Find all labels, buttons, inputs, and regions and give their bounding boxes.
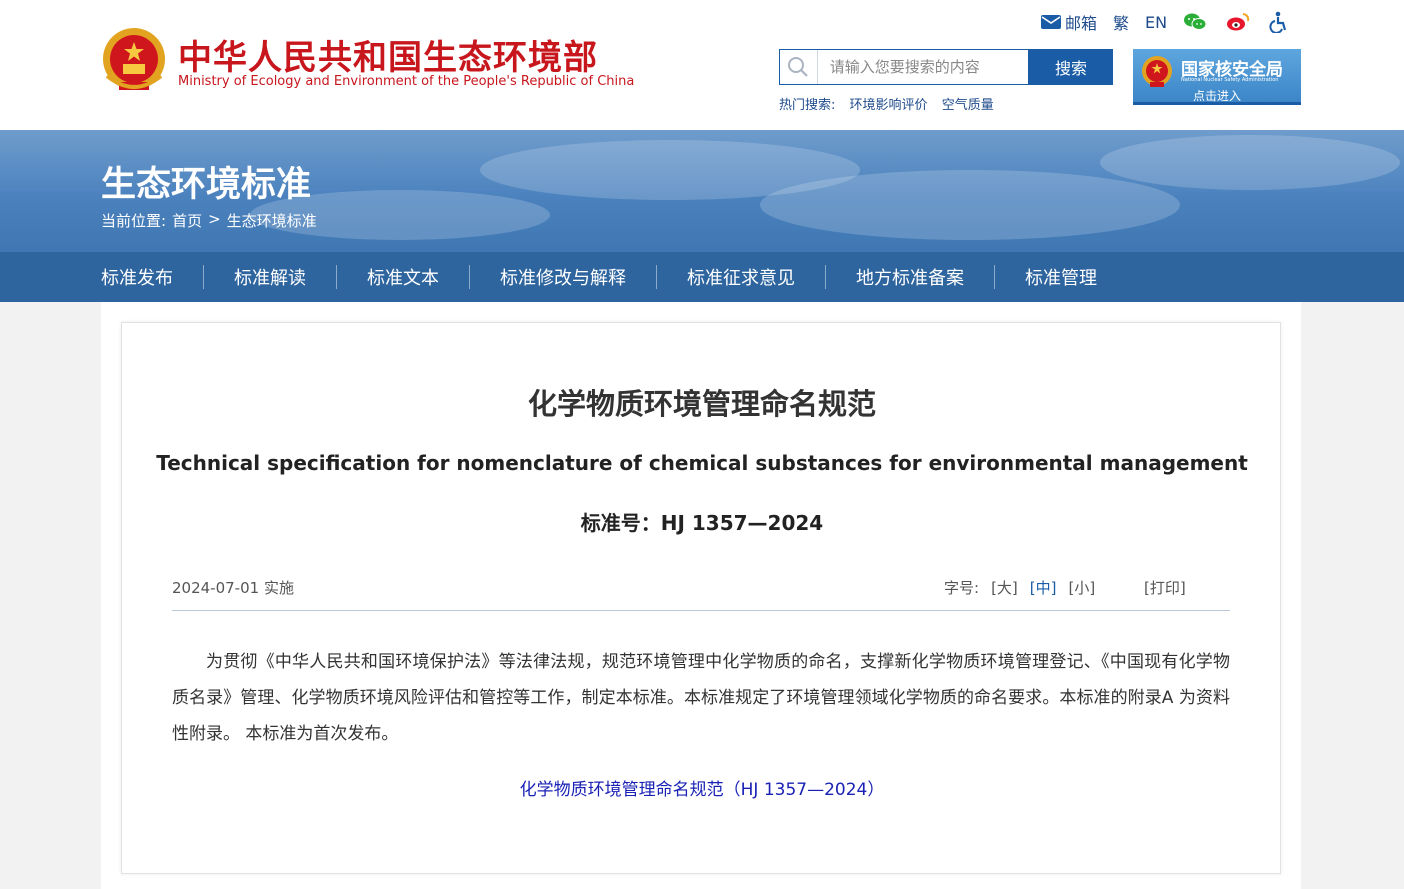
nav-divider <box>203 265 204 289</box>
accessibility-link[interactable] <box>1269 11 1292 33</box>
nav-item-standard-management[interactable]: 标准管理 <box>1025 264 1097 290</box>
standard-number: 标准号：HJ 1357—2024 <box>580 511 824 535</box>
site-header: 中华人民共和国生态环境部 Ministry of Ecology and Env… <box>0 0 1404 130</box>
main-nav: 标准发布 标准解读 标准文本 标准修改与解释 标准征求意见 地方标准备案 标准管… <box>0 252 1404 302</box>
article-meta: 2024-07-01 实施 字号: [大] [中] [小] [打印] <box>172 577 1230 611</box>
hot-search: 热门搜索: 环境影响评价 空气质量 <box>779 94 1004 113</box>
article-title-en: Technical specification for nomenclature… <box>156 451 1248 475</box>
hot-search-label: 热门搜索: <box>779 98 836 113</box>
nav-item-standard-interpretation[interactable]: 标准解读 <box>234 264 306 290</box>
breadcrumb-label: 当前位置: <box>101 212 167 230</box>
nav-divider <box>825 265 826 289</box>
print-button[interactable]: [打印] <box>1144 577 1186 598</box>
top-links: 邮箱 繁 EN <box>1040 10 1308 34</box>
accessibility-icon <box>1269 11 1287 33</box>
effective-date: 2024-07-01 实施 <box>172 579 294 597</box>
site-subtitle: Ministry of Ecology and Environment of t… <box>178 74 635 89</box>
weibo-icon <box>1227 13 1250 31</box>
font-size-switcher: 字号: [大] [中] [小] <box>944 577 1107 598</box>
nav-item-standard-text[interactable]: 标准文本 <box>367 264 439 290</box>
nnsa-name-en: National Nuclear Safety Administration <box>1181 77 1279 83</box>
search-input[interactable] <box>829 51 1028 83</box>
nav-divider <box>994 265 995 289</box>
attachment-link[interactable]: 化学物质环境管理命名规范（HJ 1357—2024） <box>122 775 1282 800</box>
nnsa-banner-link[interactable]: 国家核安全局 National Nuclear Safety Administr… <box>1133 49 1301 105</box>
breadcrumb-separator: > <box>208 210 221 228</box>
search-box <box>779 49 1029 85</box>
mail-link[interactable]: 邮箱 <box>1040 10 1097 34</box>
article-card: 化学物质环境管理命名规范 Technical specification for… <box>121 322 1281 874</box>
search-button[interactable]: 搜索 <box>1029 49 1113 85</box>
english-link[interactable]: EN <box>1145 13 1167 32</box>
font-size-label: 字号: <box>944 579 980 597</box>
nnsa-enter: 点击进入 <box>1192 89 1241 103</box>
nav-divider <box>469 265 470 289</box>
national-emblem-icon[interactable] <box>101 26 167 96</box>
mail-icon <box>1041 15 1061 29</box>
breadcrumb-home[interactable]: 首页 <box>172 210 202 231</box>
breadcrumb: 当前位置: 首页 > 生态环境标准 <box>101 210 323 231</box>
traditional-chinese-link[interactable]: 繁 <box>1113 10 1129 34</box>
breadcrumb-current[interactable]: 生态环境标准 <box>227 210 317 231</box>
font-size-small-button[interactable]: [小] <box>1069 577 1096 598</box>
wechat-icon <box>1184 13 1207 30</box>
article-body: 为贯彻《中华人民共和国环境保护法》等法律法规，规范环境管理中化学物质的命名，支撑… <box>172 652 1230 744</box>
font-size-large-button[interactable]: [大] <box>991 577 1018 598</box>
search-icon <box>780 50 818 84</box>
mail-label: 邮箱 <box>1065 14 1098 33</box>
nav-divider <box>336 265 337 289</box>
article-title: 化学物质环境管理命名规范 <box>527 387 876 421</box>
site-title[interactable]: 中华人民共和国生态环境部 <box>178 30 598 79</box>
nav-item-standard-consultation[interactable]: 标准征求意见 <box>687 264 795 290</box>
nav-item-standard-release[interactable]: 标准发布 <box>101 264 173 290</box>
nav-item-local-standard-filing[interactable]: 地方标准备案 <box>856 264 964 290</box>
hot-search-item[interactable]: 空气质量 <box>942 98 994 113</box>
weibo-link[interactable] <box>1226 12 1253 32</box>
wechat-link[interactable] <box>1183 12 1210 32</box>
section-banner: 生态环境标准 当前位置: 首页 > 生态环境标准 <box>0 130 1404 252</box>
font-size-medium-button[interactable]: [中] <box>1030 577 1057 598</box>
hot-search-item[interactable]: 环境影响评价 <box>850 98 928 113</box>
nav-divider <box>656 265 657 289</box>
section-title: 生态环境标准 <box>101 165 312 205</box>
nav-item-standard-amendment[interactable]: 标准修改与解释 <box>500 264 626 290</box>
nnsa-emblem-icon <box>1142 56 1172 87</box>
